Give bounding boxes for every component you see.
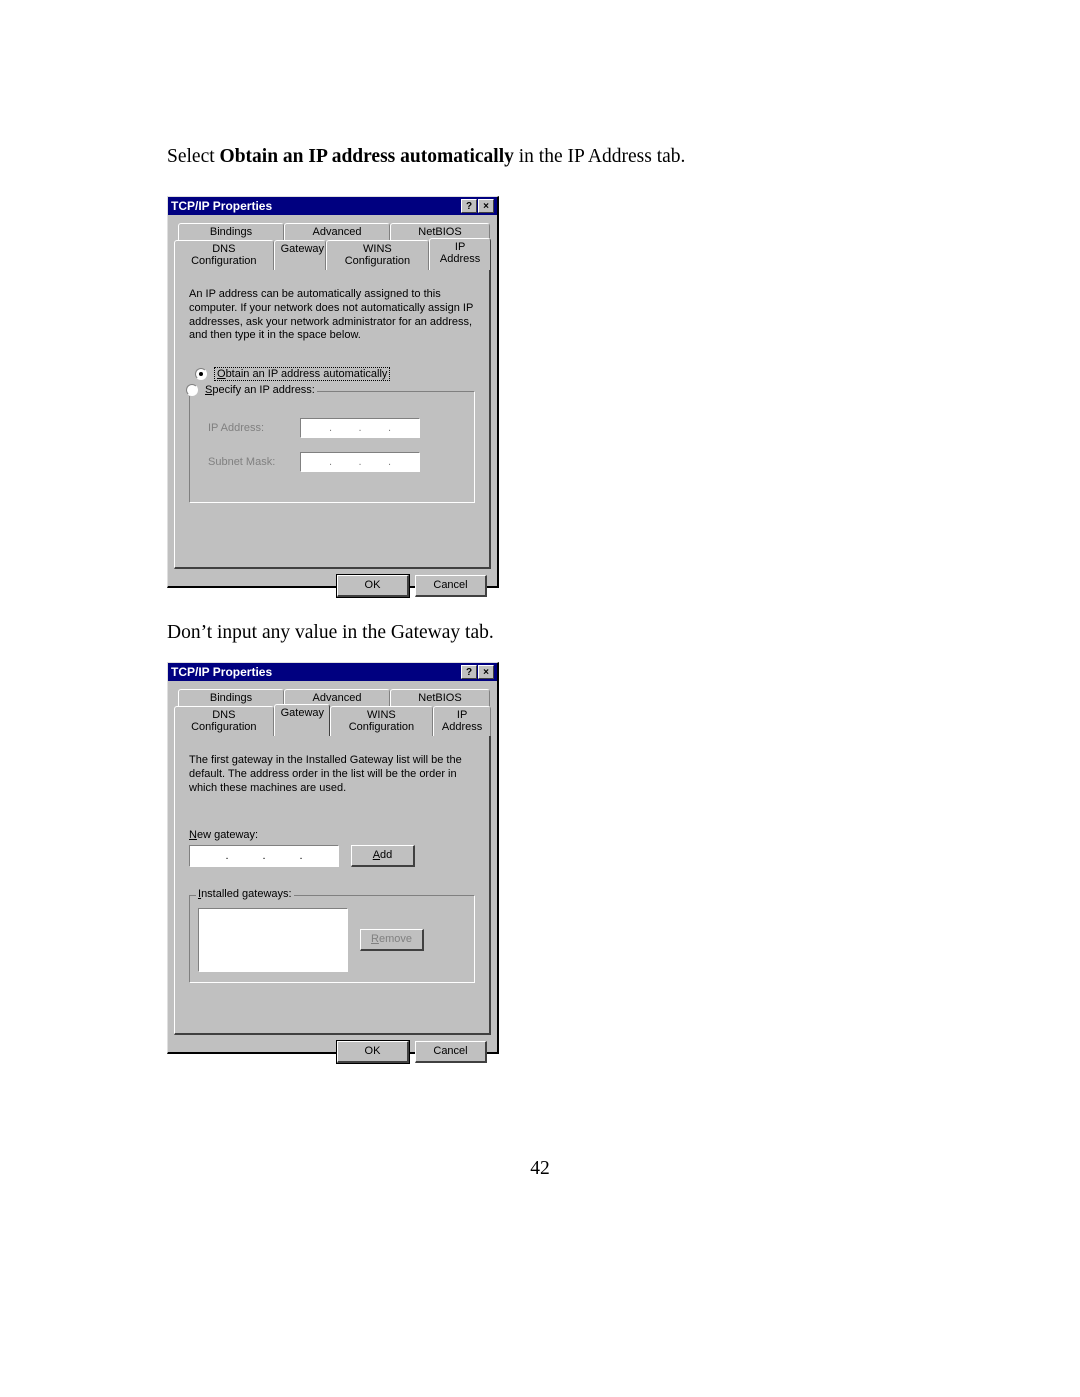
tab-gateway[interactable]: Gateway — [274, 240, 326, 270]
dialog-buttons: OK Cancel — [174, 569, 491, 599]
dialog-buttons: OK Cancel — [174, 1035, 491, 1065]
dialog-content: Bindings Advanced NetBIOS DNS Configurat… — [168, 215, 497, 605]
cancel-button[interactable]: Cancel — [415, 1041, 487, 1063]
dialog-gateway: TCP/IP Properties ? × Bindings Advanced … — [167, 662, 499, 1054]
dialog-title: TCP/IP Properties — [171, 665, 272, 679]
tab-bindings[interactable]: Bindings — [178, 223, 284, 241]
help-icon[interactable]: ? — [461, 665, 477, 679]
tab-label: Advanced — [313, 226, 362, 238]
radio-specify[interactable]: Specify an IP address: — [184, 384, 317, 396]
dialog-ip: TCP/IP Properties ? × Bindings Advanced … — [167, 196, 499, 588]
tab-label: IP Address — [440, 241, 480, 265]
close-icon[interactable]: × — [478, 665, 494, 679]
ok-button[interactable]: OK — [337, 1041, 409, 1063]
tab-label: NetBIOS — [418, 692, 461, 704]
add-button[interactable]: Add — [351, 845, 415, 867]
tabrow-top: Bindings Advanced NetBIOS — [178, 689, 491, 707]
tab-label: Advanced — [313, 692, 362, 704]
dialog-content: Bindings Advanced NetBIOS DNS Configurat… — [168, 681, 497, 1071]
tab-label: WINS Configuration — [345, 243, 410, 267]
instr1-bold: Obtain an IP address automatically — [220, 146, 514, 167]
subnet-mask-label: Subnet Mask: — [208, 456, 284, 468]
new-gateway-row: ... Add — [189, 845, 475, 867]
tab-netbios[interactable]: NetBIOS — [390, 689, 490, 707]
tab-ip-address[interactable]: IP Address — [433, 706, 491, 736]
tabrow-bottom: DNS Configuration Gateway WINS Configura… — [174, 240, 491, 270]
tab-panel-gateway: The first gateway in the Installed Gatew… — [174, 735, 491, 1035]
radio-icon — [195, 368, 207, 380]
tab-label: DNS Configuration — [191, 709, 256, 733]
tab-label: NetBIOS — [418, 226, 461, 238]
subnet-mask-input[interactable]: ... — [300, 452, 420, 472]
cancel-button[interactable]: Cancel — [415, 575, 487, 597]
title-buttons: ? × — [461, 199, 494, 213]
radio-icon — [186, 384, 198, 396]
ip-address-label: IP Address: — [208, 422, 284, 434]
installed-gateways-list[interactable] — [198, 908, 348, 972]
help-icon[interactable]: ? — [461, 199, 477, 213]
tab-bindings[interactable]: Bindings — [178, 689, 284, 707]
new-gateway-input[interactable]: ... — [189, 845, 339, 867]
tab-label: Gateway — [281, 243, 324, 255]
radio-specify-label: Specify an IP address: — [205, 384, 315, 396]
titlebar[interactable]: TCP/IP Properties ? × — [168, 663, 497, 681]
radio-obtain-label: Obtain an IP address automatically — [214, 367, 390, 381]
tab-label: DNS Configuration — [191, 243, 256, 267]
new-gateway-label: New gateway: — [189, 829, 475, 841]
group-specify: Specify an IP address: IP Address: ... S… — [189, 391, 475, 503]
remove-button[interactable]: Remove — [360, 929, 424, 951]
field-ip-address: IP Address: ... — [208, 418, 466, 438]
tab-label: Bindings — [210, 226, 252, 238]
tabrow-bottom: DNS Configuration Gateway WINS Configura… — [174, 706, 491, 736]
instruction-2: Don’t input any value in the Gateway tab… — [167, 620, 494, 645]
instruction-1: Select Obtain an IP address automaticall… — [167, 144, 685, 169]
ok-button[interactable]: OK — [337, 575, 409, 597]
document-page: Select Obtain an IP address automaticall… — [0, 0, 1080, 1397]
gateway-description: The first gateway in the Installed Gatew… — [189, 754, 475, 795]
tab-dns[interactable]: DNS Configuration — [174, 240, 274, 270]
tab-label: WINS Configuration — [349, 709, 414, 733]
installed-gateways-row: Remove — [198, 908, 466, 972]
radio-obtain-auto[interactable]: Obtain an IP address automatically — [195, 367, 475, 381]
tab-wins[interactable]: WINS Configuration — [326, 240, 430, 270]
tab-ip-address[interactable]: IP Address — [429, 238, 491, 270]
instr1-suffix: in the IP Address tab. — [514, 146, 686, 167]
tab-label: IP Address — [442, 709, 482, 733]
instr1-prefix: Select — [167, 146, 220, 167]
tab-advanced[interactable]: Advanced — [284, 223, 390, 241]
installed-gateways-label: Installed gateways: — [196, 888, 294, 900]
tab-dns[interactable]: DNS Configuration — [174, 706, 274, 736]
ip-address-input[interactable]: ... — [300, 418, 420, 438]
close-icon[interactable]: × — [478, 199, 494, 213]
title-buttons: ? × — [461, 665, 494, 679]
ip-description: An IP address can be automatically assig… — [189, 288, 475, 343]
dialog-title: TCP/IP Properties — [171, 199, 272, 213]
group-installed-gateways: Installed gateways: Remove — [189, 895, 475, 983]
titlebar[interactable]: TCP/IP Properties ? × — [168, 197, 497, 215]
tab-label: Gateway — [281, 707, 324, 719]
field-subnet-mask: Subnet Mask: ... — [208, 452, 466, 472]
tab-panel-ip: An IP address can be automatically assig… — [174, 269, 491, 569]
tab-label: Bindings — [210, 692, 252, 704]
tab-wins[interactable]: WINS Configuration — [330, 706, 434, 736]
tab-gateway[interactable]: Gateway — [274, 704, 330, 736]
page-number: 42 — [0, 1158, 1080, 1180]
